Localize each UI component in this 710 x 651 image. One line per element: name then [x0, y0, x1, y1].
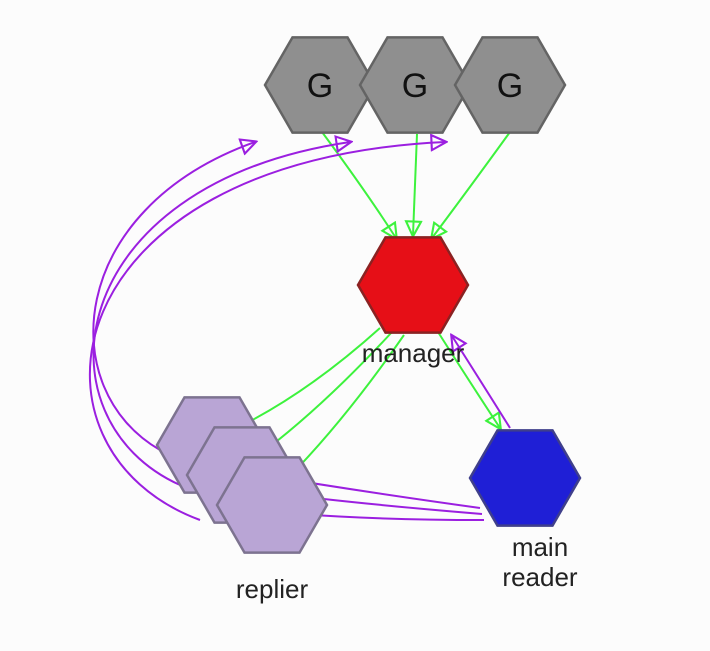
g1-label: G: [307, 67, 333, 105]
hex-shape: [470, 430, 580, 525]
hex-shape: [358, 237, 468, 332]
main-reader-label-2: reader: [502, 562, 577, 592]
edge-g2-manager: [413, 134, 417, 235]
node-manager: [358, 237, 468, 332]
manager-label: manager: [362, 338, 465, 368]
main-reader-label-1: main: [512, 532, 568, 562]
edge-g3-manager: [432, 132, 510, 238]
replier-label: replier: [236, 574, 309, 604]
node-g1: G: [265, 37, 375, 132]
g3-label: G: [497, 67, 523, 105]
edge-mainreader-replier3: [300, 514, 484, 520]
node-g2: G: [360, 37, 470, 132]
node-main-reader: [470, 430, 580, 525]
node-g3: G: [455, 37, 565, 132]
g2-label: G: [402, 67, 428, 105]
